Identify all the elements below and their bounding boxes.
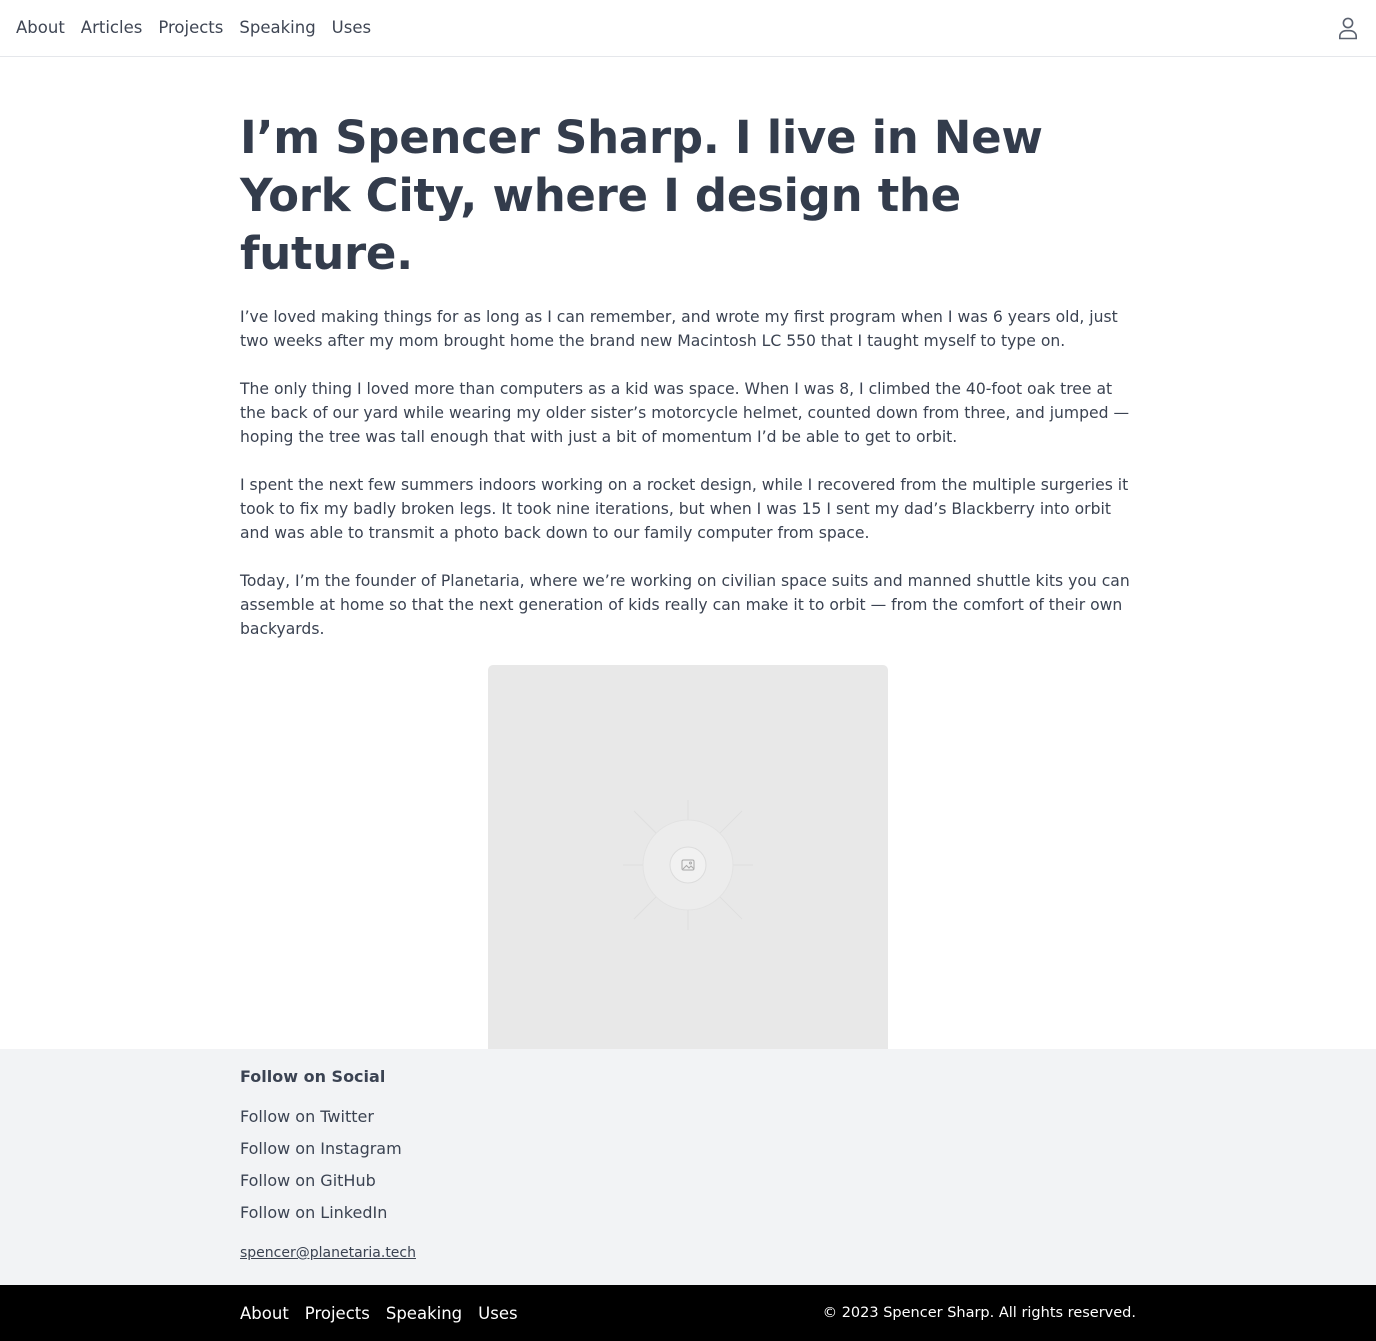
copyright-text: © 2023 Spencer Sharp. All rights reserve…	[822, 1305, 1136, 1321]
bio-paragraph-2: The only thing I loved more than compute…	[240, 380, 1130, 446]
social-list-item: Follow on LinkedIn	[240, 1203, 1376, 1223]
image-placeholder-icon	[623, 800, 753, 930]
nav-link-about[interactable]: About	[16, 16, 65, 40]
social-section: Follow on Social Follow on Twitter Follo…	[0, 1049, 1376, 1285]
nav-link-speaking[interactable]: Speaking	[239, 16, 315, 40]
profile-photo-placeholder	[488, 665, 888, 1065]
main-content: I’m Spencer Sharp. I live in New York Ci…	[240, 57, 1136, 1065]
footer-bar: About Projects Speaking Uses © 2023 Spen…	[0, 1285, 1376, 1341]
bio-paragraph-3: I spent the next few summers indoors wor…	[240, 476, 1129, 542]
bio-paragraph-1: I’ve loved making things for as long as …	[240, 308, 1118, 350]
footer-link-speaking[interactable]: Speaking	[386, 1304, 462, 1323]
twitter-link[interactable]: Follow on Twitter	[240, 1107, 374, 1126]
user-icon[interactable]	[1337, 16, 1359, 40]
email-link[interactable]: spencer@planetaria.tech	[240, 1245, 1376, 1261]
top-navigation: About Articles Projects Speaking Uses	[0, 0, 1376, 57]
footer-link-uses[interactable]: Uses	[478, 1304, 517, 1323]
nav-link-articles[interactable]: Articles	[81, 16, 143, 40]
social-heading: Follow on Social	[240, 1067, 386, 1086]
page-title: I’m Spencer Sharp. I live in New York Ci…	[240, 111, 1043, 280]
social-list-item: Follow on Instagram	[240, 1139, 1376, 1159]
nav-link-projects[interactable]: Projects	[158, 16, 223, 40]
linkedin-link[interactable]: Follow on LinkedIn	[240, 1203, 387, 1222]
bio-paragraph-4: Today, I’m the founder of Planetaria, wh…	[240, 572, 1130, 638]
top-nav-links: About Articles Projects Speaking Uses	[16, 16, 371, 40]
footer-nav-links: About Projects Speaking Uses	[240, 1304, 518, 1323]
footer-link-projects[interactable]: Projects	[305, 1304, 370, 1323]
instagram-link[interactable]: Follow on Instagram	[240, 1139, 402, 1158]
github-link[interactable]: Follow on GitHub	[240, 1171, 376, 1190]
footer-link-about[interactable]: About	[240, 1304, 289, 1323]
nav-link-uses[interactable]: Uses	[332, 16, 371, 40]
social-list-item: Follow on Twitter	[240, 1107, 1376, 1127]
social-links-list: Follow on Twitter Follow on Instagram Fo…	[240, 1107, 1376, 1223]
social-list-item: Follow on GitHub	[240, 1171, 1376, 1191]
